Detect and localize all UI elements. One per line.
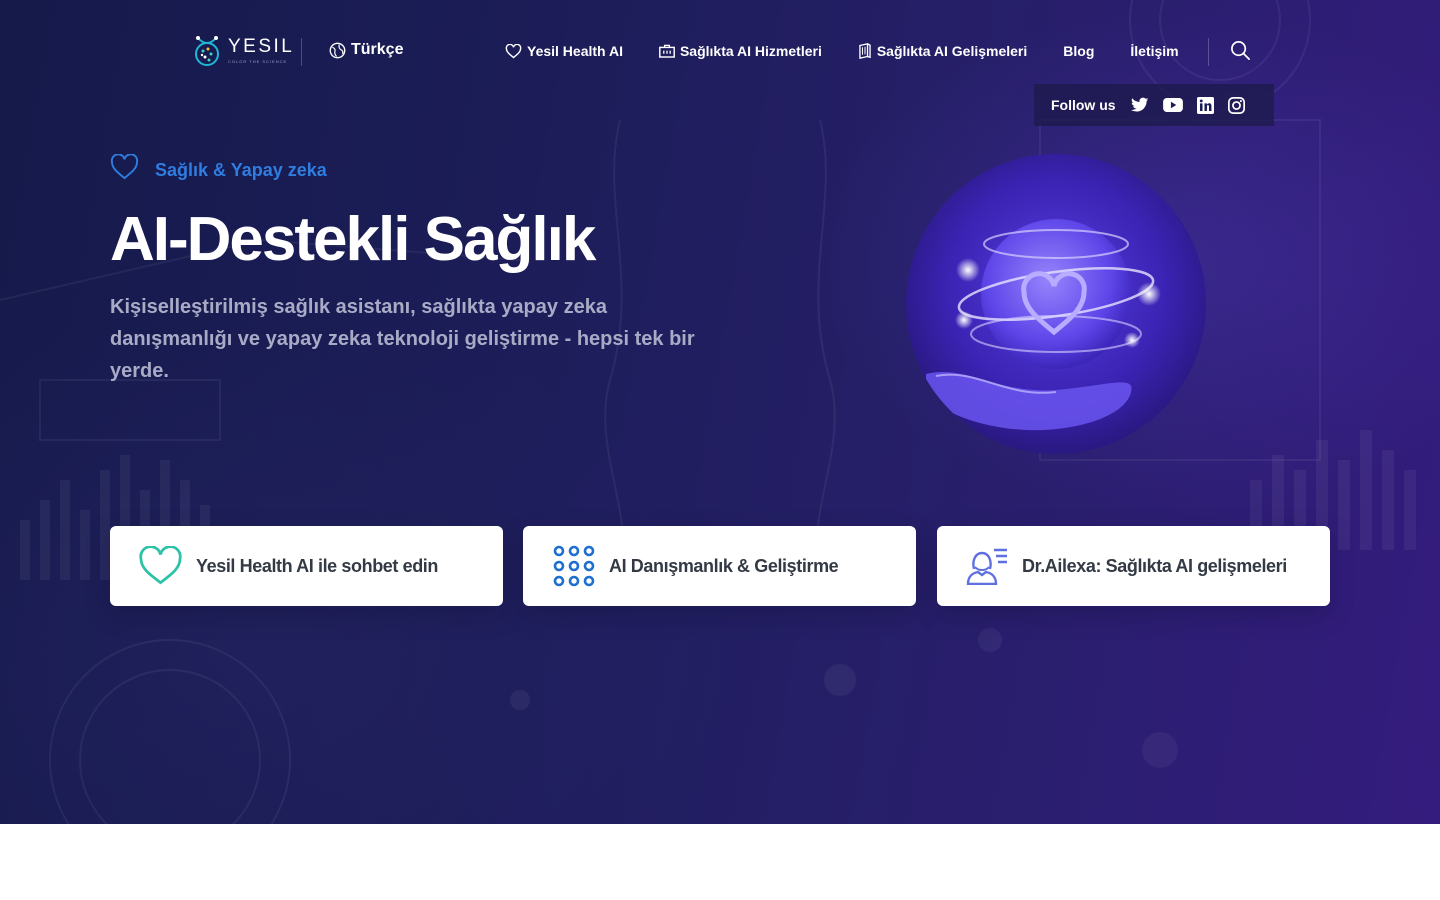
card-ai-consulting[interactable]: AI Danışmanlık & Geliştirme <box>523 526 916 606</box>
briefcase-icon <box>659 44 675 58</box>
search-icon <box>1231 41 1250 60</box>
nav-item-blog[interactable]: Blog <box>1063 41 1094 61</box>
linkedin-link[interactable] <box>1196 96 1214 114</box>
language-selector[interactable]: Türkçe <box>329 41 403 59</box>
hero-description: Kişiselleştirilmiş sağlık asistanı, sağl… <box>110 296 695 382</box>
card-label: AI Danışmanlık & Geliştirme <box>609 555 839 576</box>
logo-tagline: COLOR THE SCIENCE <box>228 58 288 64</box>
hero-section: YESIL COLOR THE SCIENCE Türkçe Yesil Hea… <box>0 0 1440 824</box>
nav-item-iletisim[interactable]: İletişim <box>1130 41 1178 61</box>
brand-logo[interactable]: YESIL COLOR THE SCIENCE <box>192 32 294 68</box>
logo-mark-icon <box>195 36 219 66</box>
social-bar: Follow us <box>1034 84 1274 126</box>
heart-icon <box>110 154 139 180</box>
globe-icon <box>329 42 346 58</box>
hero-eyebrow: Sağlık & Yapay zeka <box>110 154 327 181</box>
logo-name: YESIL <box>228 35 295 57</box>
hero-eyebrow-text: Sağlık & Yapay zeka <box>155 160 327 180</box>
nav-item-label: İletişim <box>1130 43 1179 59</box>
linkedin-icon <box>1196 96 1214 114</box>
youtube-icon <box>1162 98 1183 112</box>
search-button[interactable] <box>1230 40 1251 66</box>
twitter-link[interactable] <box>1130 97 1149 113</box>
header-divider <box>301 38 302 66</box>
twitter-icon <box>1130 97 1148 112</box>
nav-item-ai-gelismeleri[interactable]: Sağlıkta AI Gelişmeleri <box>858 41 1027 61</box>
instagram-icon <box>1227 96 1245 114</box>
heart-icon <box>505 43 522 58</box>
nav-item-label: Blog <box>1063 43 1095 59</box>
youtube-link[interactable] <box>1162 98 1183 112</box>
main-navigation: Yesil Health AI Sağlıkta AI Hizmetleri S… <box>505 41 1215 61</box>
card-chat-yesil-health-ai[interactable]: Yesil Health AI ile sohbet edin <box>110 526 503 606</box>
card-label: Yesil Health AI ile sohbet edin <box>196 555 438 576</box>
nav-item-label: Yesil Health AI <box>527 43 623 59</box>
header-divider <box>1208 38 1209 66</box>
card-dr-ailexa[interactable]: Dr.Ailexa: Sağlıkta AI gelişmeleri <box>937 526 1330 606</box>
card-label: Dr.Ailexa: Sağlıkta AI gelişmeleri <box>1022 555 1287 576</box>
language-label: Türkçe <box>351 41 404 58</box>
book-icon <box>859 43 871 59</box>
nav-item-label: Sağlıkta AI Hizmetleri <box>679 43 822 59</box>
assistant-icon <box>966 548 1007 585</box>
nav-item-label: Sağlıkta AI Gelişmeleri <box>876 43 1028 59</box>
nav-item-yesil-health-ai[interactable]: Yesil Health AI <box>505 41 623 61</box>
nav-item-ai-hizmetleri[interactable]: Sağlıkta AI Hizmetleri <box>659 41 822 61</box>
dots-grid-icon <box>553 545 595 587</box>
hero-title: AI-Destekli Sağlık <box>110 205 596 274</box>
hero-illustration <box>906 154 1206 454</box>
follow-label: Follow us <box>1051 97 1116 113</box>
heart-icon <box>139 546 182 585</box>
instagram-link[interactable] <box>1227 96 1245 114</box>
